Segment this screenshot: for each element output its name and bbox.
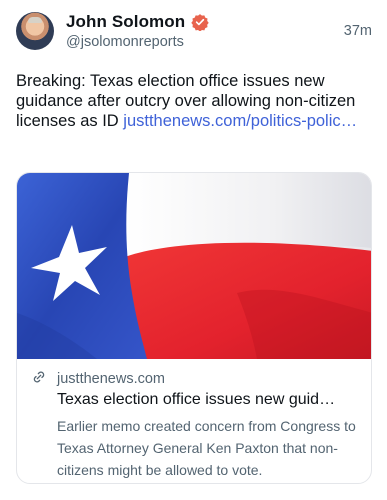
post-link[interactable]: justthenews.com/politics-polic… <box>123 112 357 130</box>
post-header: John Solomon @jsolomonreports 37m <box>16 12 374 56</box>
texas-flag-image[interactable] <box>17 173 372 359</box>
author-name-row: John Solomon <box>66 12 209 32</box>
card-meta: justthenews.com Texas election office is… <box>31 369 361 481</box>
post-text: Breaking: Texas election office issues n… <box>16 71 368 131</box>
card-title[interactable]: Texas election office issues new guid… <box>57 391 363 409</box>
author-display-name[interactable]: John Solomon <box>66 12 185 32</box>
card-domain-row: justthenews.com <box>31 369 361 389</box>
verified-badge-icon <box>191 13 209 32</box>
card-domain: justthenews.com <box>57 371 165 387</box>
card-description: Earlier memo created concern from Congre… <box>57 418 356 478</box>
avatar[interactable] <box>16 12 54 50</box>
link-preview-card[interactable]: justthenews.com Texas election office is… <box>16 172 372 484</box>
link-icon <box>31 369 47 390</box>
post-timestamp[interactable]: 37m <box>344 23 372 39</box>
author-handle[interactable]: @jsolomonreports <box>66 34 184 50</box>
